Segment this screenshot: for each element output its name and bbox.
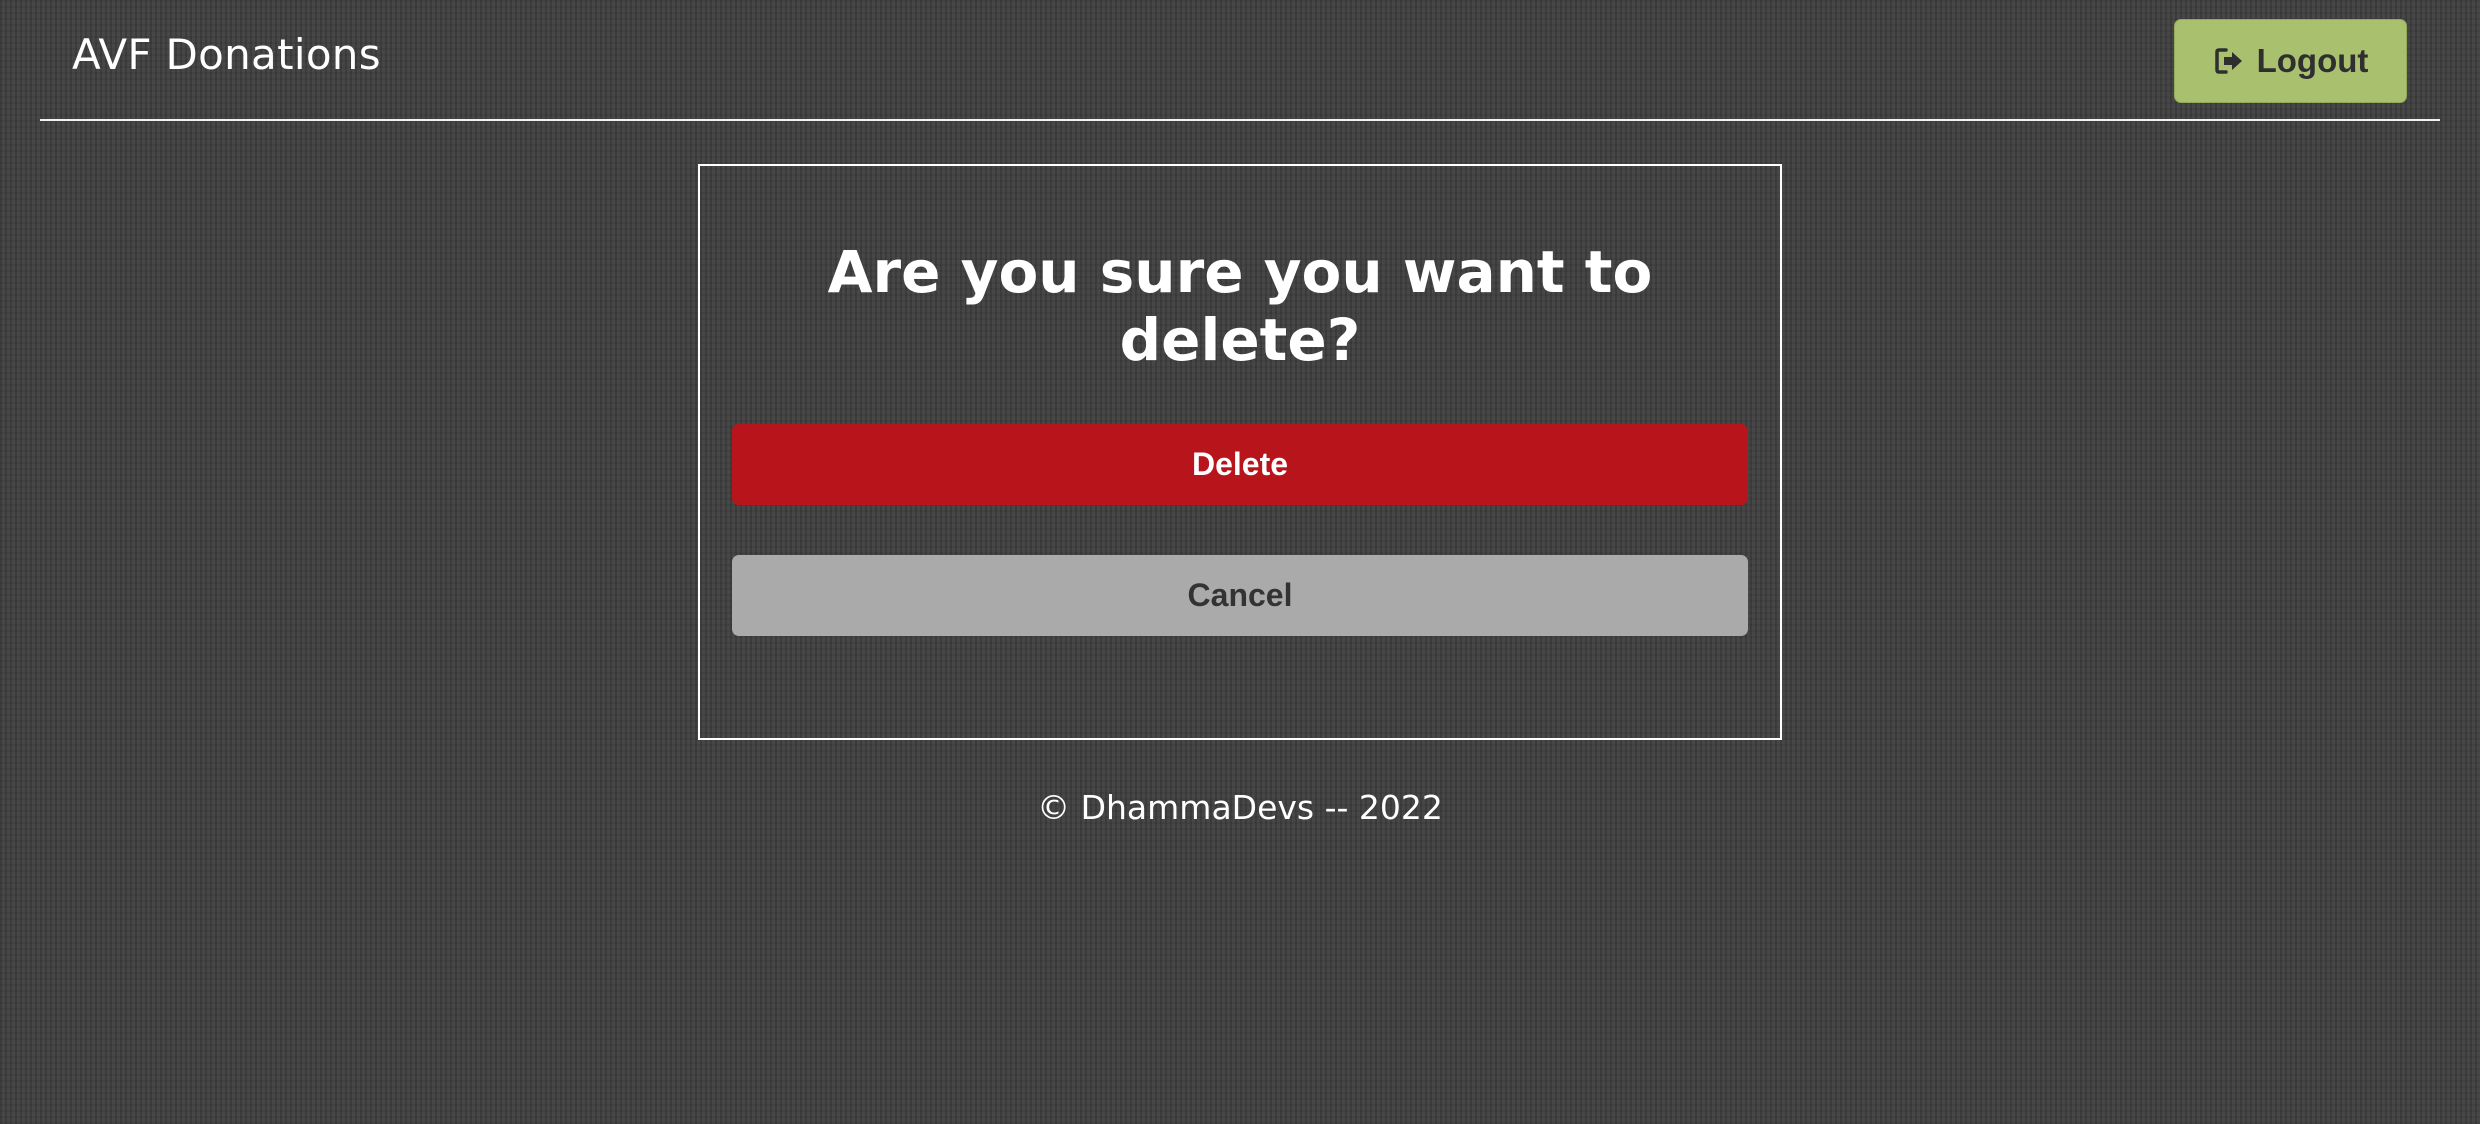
cancel-button[interactable]: Cancel [732, 555, 1748, 636]
delete-confirmation-dialog: Are you sure you want to delete? Delete … [698, 164, 1782, 740]
logout-icon [2213, 45, 2245, 77]
footer-copyright: © DhammaDevs -- 2022 [1037, 788, 1443, 827]
top-nav: AVF Donations Logout [40, 0, 2440, 121]
logout-button[interactable]: Logout [2174, 19, 2407, 103]
page: AVF Donations Logout Are you sure you wa… [0, 0, 2480, 1124]
delete-button[interactable]: Delete [732, 424, 1748, 505]
logout-label: Logout [2256, 42, 2369, 79]
brand-title[interactable]: AVF Donations [72, 30, 381, 79]
dialog-title: Are you sure you want to delete? [827, 238, 1653, 374]
